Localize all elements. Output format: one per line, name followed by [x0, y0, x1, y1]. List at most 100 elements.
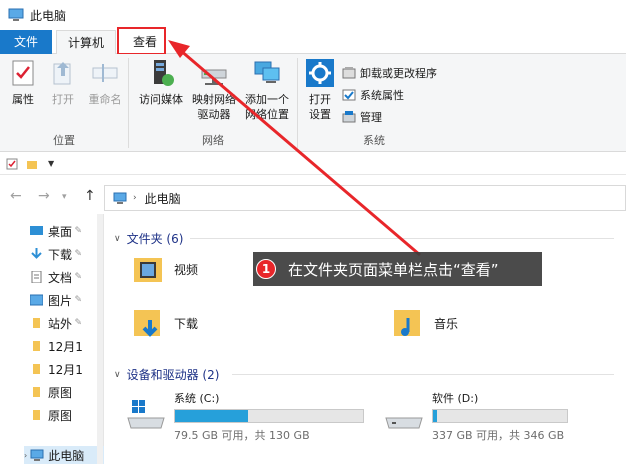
tab-computer[interactable]: 计算机	[56, 30, 116, 55]
computer-icon	[30, 449, 44, 461]
system-properties-icon	[342, 88, 356, 102]
nav-scrollbar[interactable]	[97, 214, 103, 464]
drive-usage-bar	[432, 409, 568, 423]
nav-item[interactable]: 图片 ✎	[29, 289, 100, 311]
properties-small-icon[interactable]	[6, 158, 18, 170]
chevron-down-icon: ∨	[114, 233, 121, 244]
uninstall-icon	[342, 66, 356, 80]
chevron-right-icon: ›	[133, 193, 137, 203]
drive-name: 系统 (C:)	[174, 392, 220, 405]
drive-icon	[384, 398, 424, 432]
uninstall-program-button[interactable]: 卸载或更改程序	[342, 64, 437, 82]
folder-icon	[30, 363, 43, 375]
add-network-location-button[interactable]: 添加一个 网络位置	[240, 58, 294, 122]
ribbon-divider	[128, 58, 129, 148]
ribbon-tab-bar: 文件 计算机 查看	[0, 30, 626, 55]
section-divider	[190, 238, 614, 239]
pin-icon: ✎	[74, 318, 82, 328]
folder-icon	[30, 340, 43, 352]
customize-toolbar-icon[interactable]: ▼	[48, 159, 54, 168]
media-access-button[interactable]: 访问媒体	[134, 58, 188, 107]
system-drive-icon	[126, 398, 166, 432]
settings-gear-icon	[305, 58, 335, 88]
title-bar: 此电脑	[0, 0, 626, 30]
pin-icon: ✎	[74, 226, 82, 236]
folder-item-downloads[interactable]: 下载	[132, 306, 198, 340]
quick-access-toolbar: ▼	[0, 153, 626, 175]
up-arrow-icon[interactable]: ↑	[84, 188, 96, 204]
nav-item[interactable]: 文档 ✎	[30, 266, 100, 288]
chevron-down-icon: ∨	[114, 369, 121, 380]
drive-usage-fill	[433, 410, 438, 422]
nav-item[interactable]: 桌面 ✎	[30, 220, 100, 242]
section-folders[interactable]: ∨ 文件夹 (6)	[114, 230, 183, 247]
back-arrow-icon[interactable]: ←	[10, 188, 22, 204]
group-label-location: 位置	[53, 134, 75, 147]
instruction-callout: 1 在文件夹页面菜单栏点击“查看”	[253, 252, 542, 286]
nav-item[interactable]: 原图	[30, 404, 100, 426]
network-drive-icon	[199, 58, 229, 88]
nav-item[interactable]: 下载 ✎	[30, 243, 100, 265]
computer-icon	[8, 8, 24, 22]
group-label-system: 系统	[363, 134, 385, 147]
rename-icon	[90, 58, 120, 88]
drive-space-text: 337 GB 可用，共 346 GB	[432, 429, 565, 442]
open-settings-button[interactable]: 打开 设置	[302, 58, 338, 122]
folder-item-music[interactable]: 音乐	[392, 306, 458, 340]
instruction-text: 在文件夹页面菜单栏点击“查看”	[288, 260, 499, 279]
ribbon: 属性 打开 重命名 位置 访问媒体 映射网络 驱动器 添加一个 网络位置 网络 …	[0, 54, 626, 152]
map-network-drive-button[interactable]: 映射网络 驱动器	[188, 58, 240, 122]
view-tab-highlight	[117, 27, 166, 55]
navigation-pane: 桌面 ✎ 下载 ✎ 文档 ✎ 图片 ✎ 站外 ✎ 12月1 12月1 原图 原图 › 此电…	[0, 214, 104, 464]
address-bar-row: ← → ▾ ↑ › 此电脑	[0, 180, 626, 214]
chevron-right-icon: ›	[24, 450, 28, 460]
desktop-icon	[30, 225, 43, 237]
nav-item-this-pc[interactable]: › 此电脑	[24, 446, 104, 464]
drive-usage-fill	[175, 410, 249, 422]
open-icon	[48, 58, 78, 88]
computer-icon	[113, 192, 127, 204]
media-server-icon	[146, 58, 176, 88]
system-properties-button[interactable]: 系统属性	[342, 86, 404, 104]
properties-icon	[8, 58, 38, 88]
properties-button[interactable]: 属性	[6, 58, 40, 107]
folder-icon	[30, 386, 43, 398]
drive-name: 软件 (D:)	[432, 392, 479, 405]
download-icon	[30, 248, 43, 260]
manage-icon	[342, 110, 356, 124]
recent-locations-icon[interactable]: ▾	[62, 192, 67, 202]
forward-arrow-icon[interactable]: →	[38, 188, 50, 204]
documents-icon	[30, 270, 43, 284]
download-folder-icon	[132, 306, 166, 340]
step-number-badge: 1	[256, 259, 276, 279]
section-drives[interactable]: ∨ 设备和驱动器 (2)	[114, 366, 219, 383]
folder-icon	[30, 317, 43, 329]
pin-icon: ✎	[74, 272, 82, 282]
drive-item-c[interactable]: 系统 (C:) 79.5 GB 可用，共 130 GB	[126, 390, 364, 443]
nav-item[interactable]: 12月1	[30, 335, 100, 357]
group-network: 访问媒体 映射网络 驱动器 添加一个 网络位置 网络	[130, 54, 296, 152]
pin-icon: ✎	[74, 295, 82, 305]
nav-item[interactable]: 原图	[30, 381, 100, 403]
address-field[interactable]: › 此电脑	[104, 185, 626, 211]
network-location-icon	[252, 58, 282, 88]
folder-icon	[30, 409, 43, 421]
tab-file[interactable]: 文件	[0, 30, 52, 54]
rename-button[interactable]: 重命名	[84, 58, 126, 107]
nav-item[interactable]: 站外 ✎	[30, 312, 100, 334]
drive-space-text: 79.5 GB 可用，共 130 GB	[174, 429, 310, 442]
music-folder-icon	[392, 306, 426, 340]
section-divider	[232, 374, 614, 375]
address-path: 此电脑	[144, 191, 181, 206]
window-title: 此电脑	[30, 8, 67, 23]
drive-usage-bar	[174, 409, 364, 423]
folder-item-videos[interactable]: 视频	[132, 252, 198, 286]
open-button[interactable]: 打开	[46, 58, 80, 107]
folder-small-icon[interactable]	[26, 158, 38, 170]
drive-item-d[interactable]: 软件 (D:) 337 GB 可用，共 346 GB	[384, 390, 568, 443]
video-folder-icon	[132, 252, 166, 286]
group-location: 属性 打开 重命名 位置	[0, 54, 128, 152]
group-label-network: 网络	[202, 134, 224, 147]
manage-button[interactable]: 管理	[342, 108, 382, 126]
nav-item[interactable]: 12月1	[30, 358, 100, 380]
